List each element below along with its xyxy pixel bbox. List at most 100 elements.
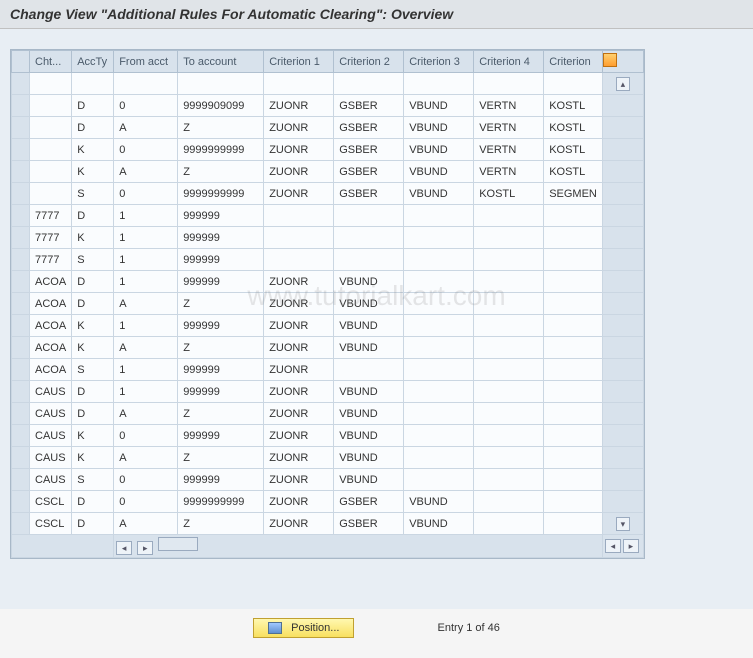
vscroll-up-button[interactable]: ▴ — [616, 77, 630, 91]
cell-from[interactable]: 1 — [114, 359, 178, 381]
cell-c3[interactable] — [404, 315, 474, 337]
row-selector[interactable] — [12, 337, 30, 359]
hscroll-right2-button[interactable]: ▸ — [623, 539, 639, 553]
cell-cht[interactable]: 7777 — [30, 249, 72, 271]
cell-from[interactable] — [114, 73, 178, 95]
cell-c4[interactable] — [474, 359, 544, 381]
cell-c4[interactable] — [474, 293, 544, 315]
cell-c3[interactable] — [404, 293, 474, 315]
row-selector[interactable] — [12, 205, 30, 227]
cell-to[interactable]: 999999 — [178, 249, 264, 271]
table-row[interactable]: CSCLD09999999999ZUONRGSBERVBUND — [12, 491, 644, 513]
row-selector[interactable] — [12, 73, 30, 95]
cell-c4[interactable]: VERTN — [474, 117, 544, 139]
cell-c3[interactable] — [404, 249, 474, 271]
cell-c3[interactable] — [404, 227, 474, 249]
cell-c5[interactable] — [544, 205, 603, 227]
cell-from[interactable]: A — [114, 447, 178, 469]
table-row[interactable]: ACOAS1999999ZUONR — [12, 359, 644, 381]
cell-to[interactable]: 999999 — [178, 205, 264, 227]
cell-c4[interactable] — [474, 315, 544, 337]
cell-to[interactable]: 999999 — [178, 469, 264, 491]
cell-c1[interactable]: ZUONR — [264, 271, 334, 293]
cell-accty[interactable]: S — [72, 469, 114, 491]
row-selector[interactable] — [12, 293, 30, 315]
cell-from[interactable]: A — [114, 337, 178, 359]
cell-cht[interactable]: 7777 — [30, 205, 72, 227]
cell-c2[interactable]: GSBER — [334, 139, 404, 161]
cell-cht[interactable]: ACOA — [30, 315, 72, 337]
cell-c2[interactable]: GSBER — [334, 161, 404, 183]
cell-from[interactable]: 0 — [114, 139, 178, 161]
cell-c3[interactable] — [404, 205, 474, 227]
cell-cht[interactable]: CAUS — [30, 403, 72, 425]
cell-accty[interactable] — [72, 73, 114, 95]
cell-c5[interactable] — [544, 425, 603, 447]
cell-c2[interactable]: GSBER — [334, 183, 404, 205]
cell-c4[interactable] — [474, 381, 544, 403]
cell-from[interactable]: 1 — [114, 249, 178, 271]
cell-c1[interactable]: ZUONR — [264, 337, 334, 359]
row-selector[interactable] — [12, 491, 30, 513]
cell-c5[interactable] — [544, 381, 603, 403]
cell-accty[interactable]: D — [72, 117, 114, 139]
cell-c3[interactable] — [404, 469, 474, 491]
cell-c5[interactable]: KOSTL — [544, 95, 603, 117]
cell-to[interactable]: 9999909099 — [178, 95, 264, 117]
cell-c1[interactable]: ZUONR — [264, 139, 334, 161]
cell-c4[interactable] — [474, 205, 544, 227]
cell-cht[interactable] — [30, 139, 72, 161]
cell-c1[interactable]: ZUONR — [264, 117, 334, 139]
cell-to[interactable]: Z — [178, 513, 264, 535]
cell-from[interactable]: 1 — [114, 315, 178, 337]
cell-c2[interactable]: VBUND — [334, 315, 404, 337]
cell-to[interactable]: Z — [178, 337, 264, 359]
cell-c1[interactable]: ZUONR — [264, 447, 334, 469]
row-selector[interactable] — [12, 183, 30, 205]
cell-to[interactable]: 999999 — [178, 381, 264, 403]
cell-c3[interactable] — [404, 337, 474, 359]
cell-to[interactable]: Z — [178, 403, 264, 425]
vscroll-down-button[interactable]: ▾ — [616, 517, 630, 531]
cell-c3[interactable] — [404, 271, 474, 293]
cell-c5[interactable] — [544, 271, 603, 293]
row-selector[interactable] — [12, 139, 30, 161]
cell-from[interactable]: 0 — [114, 491, 178, 513]
cell-c4[interactable] — [474, 425, 544, 447]
cell-c1[interactable]: ZUONR — [264, 491, 334, 513]
cell-accty[interactable]: S — [72, 183, 114, 205]
col-header-crit3[interactable]: Criterion 3 — [404, 51, 474, 73]
cell-cht[interactable]: ACOA — [30, 271, 72, 293]
table-row[interactable]: DAZZUONRGSBERVBUNDVERTNKOSTL — [12, 117, 644, 139]
cell-cht[interactable]: 7777 — [30, 227, 72, 249]
cell-c2[interactable]: GSBER — [334, 513, 404, 535]
cell-to[interactable]: Z — [178, 161, 264, 183]
row-selector[interactable] — [12, 425, 30, 447]
table-row[interactable]: S09999999999ZUONRGSBERVBUNDKOSTLSEGMEN — [12, 183, 644, 205]
table-row[interactable]: CAUSKAZZUONRVBUND — [12, 447, 644, 469]
table-row[interactable]: CAUSDAZZUONRVBUND — [12, 403, 644, 425]
hscroll-left-button[interactable]: ◂ — [116, 541, 132, 555]
cell-cht[interactable] — [30, 183, 72, 205]
cell-cht[interactable]: CSCL — [30, 491, 72, 513]
cell-to[interactable]: 999999 — [178, 425, 264, 447]
cell-c2[interactable]: VBUND — [334, 271, 404, 293]
cell-c1[interactable]: ZUONR — [264, 359, 334, 381]
cell-c4[interactable]: KOSTL — [474, 183, 544, 205]
cell-cht[interactable] — [30, 161, 72, 183]
cell-to[interactable]: 9999999999 — [178, 491, 264, 513]
col-header-to[interactable]: To account — [178, 51, 264, 73]
table-row[interactable]: 7777K1999999 — [12, 227, 644, 249]
cell-c2[interactable] — [334, 227, 404, 249]
row-selector[interactable] — [12, 381, 30, 403]
cell-from[interactable]: 1 — [114, 227, 178, 249]
cell-c2[interactable]: VBUND — [334, 293, 404, 315]
cell-c3[interactable]: VBUND — [404, 183, 474, 205]
cell-to[interactable]: 9999999999 — [178, 139, 264, 161]
row-selector[interactable] — [12, 447, 30, 469]
cell-c2[interactable]: VBUND — [334, 381, 404, 403]
cell-c3[interactable]: VBUND — [404, 117, 474, 139]
cell-c1[interactable] — [264, 205, 334, 227]
cell-c1[interactable]: ZUONR — [264, 183, 334, 205]
cell-cht[interactable] — [30, 73, 72, 95]
